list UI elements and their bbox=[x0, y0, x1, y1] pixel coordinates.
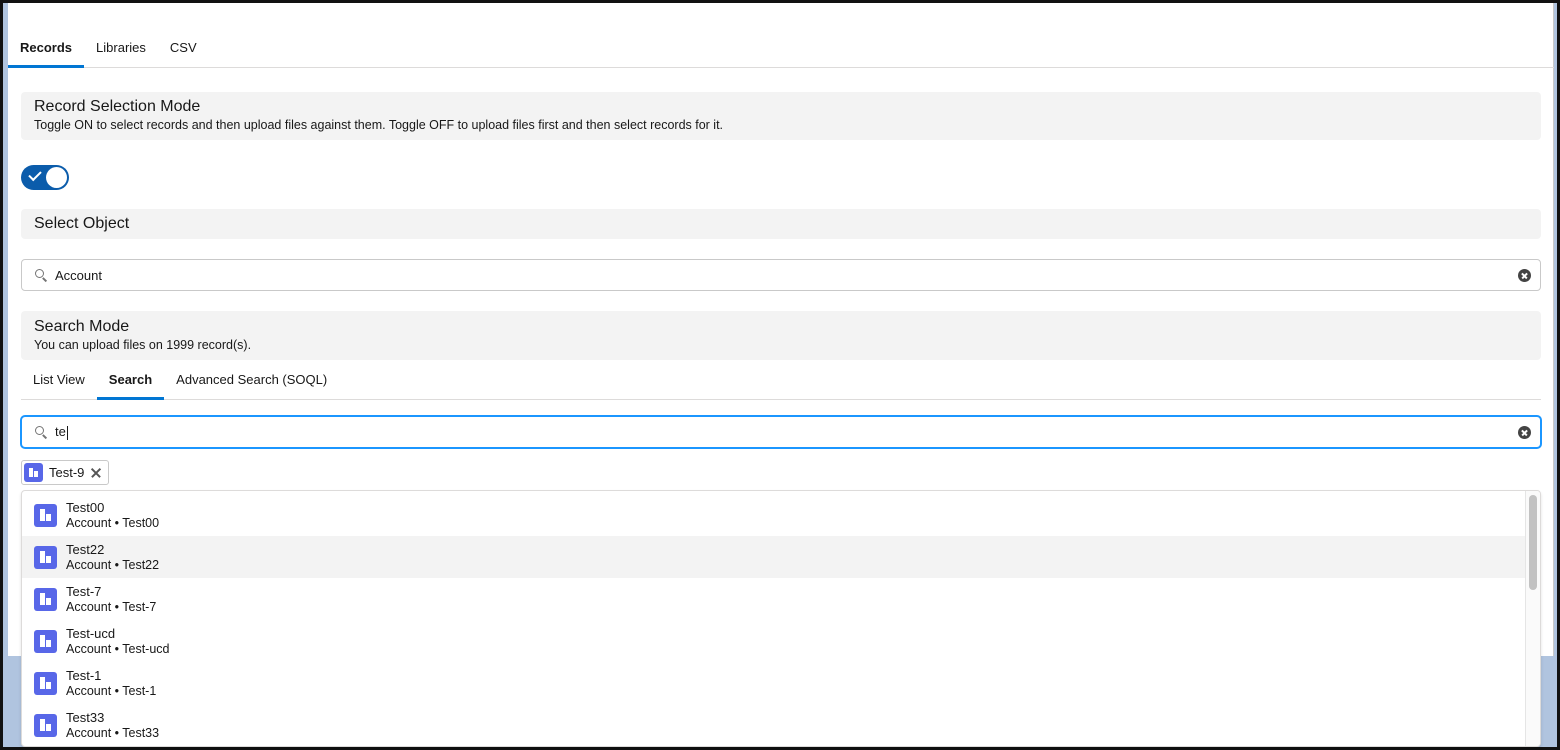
record-selection-title: Record Selection Mode bbox=[34, 98, 201, 115]
account-icon bbox=[34, 503, 57, 527]
search-mode-description: You can upload files on 1999 record(s). bbox=[34, 338, 252, 352]
search-icon bbox=[35, 269, 48, 282]
record-selection-toggle[interactable] bbox=[21, 165, 69, 190]
list-item[interactable]: Test33 Account • Test33 bbox=[22, 704, 1526, 746]
object-lookup-input[interactable]: Account bbox=[21, 259, 1541, 291]
scrollbar-thumb[interactable] bbox=[1529, 495, 1537, 590]
tab-libraries[interactable]: Libraries bbox=[84, 30, 158, 68]
record-selection-header: Record Selection Mode Toggle ON to selec… bbox=[21, 92, 1541, 140]
result-title: Test00 bbox=[66, 499, 105, 515]
tab-records[interactable]: Records bbox=[8, 30, 85, 68]
search-results-dropdown: Test00 Account • Test00 Test22 Account •… bbox=[21, 490, 1541, 747]
result-meta: Account • Test00 bbox=[66, 515, 160, 530]
check-icon bbox=[28, 167, 42, 182]
list-item[interactable]: Test-ucd Account • Test-ucd bbox=[22, 620, 1526, 662]
search-mode-header: Search Mode You can upload files on 1999… bbox=[21, 311, 1541, 360]
result-meta: Account • Test33 bbox=[66, 725, 160, 740]
result-meta: Account • Test-7 bbox=[66, 599, 157, 614]
search-icon bbox=[35, 426, 48, 439]
result-title: Test33 bbox=[66, 709, 105, 725]
tab-advanced-search[interactable]: Advanced Search (SOQL) bbox=[164, 364, 339, 400]
result-meta: Account • Test-1 bbox=[66, 683, 157, 698]
account-icon bbox=[24, 463, 43, 482]
record-selection-description: Toggle ON to select records and then upl… bbox=[34, 118, 724, 132]
toggle-knob bbox=[46, 167, 67, 188]
clear-icon[interactable] bbox=[1518, 268, 1531, 282]
list-item[interactable]: Test-7 Account • Test-7 bbox=[22, 578, 1526, 620]
tab-list-view[interactable]: List View bbox=[21, 364, 97, 400]
result-meta: Account • Test-ucd bbox=[66, 641, 170, 656]
account-icon bbox=[34, 629, 57, 653]
close-icon[interactable] bbox=[90, 467, 102, 479]
results-scrollbar[interactable] bbox=[1525, 491, 1540, 746]
account-icon bbox=[34, 587, 57, 611]
tab-search[interactable]: Search bbox=[96, 364, 165, 400]
list-item[interactable]: Test-1 Account • Test-1 bbox=[22, 662, 1526, 704]
account-icon bbox=[34, 545, 57, 569]
object-lookup-value: Account bbox=[55, 267, 102, 283]
clear-icon[interactable] bbox=[1518, 425, 1531, 439]
main-tabs: Records Libraries CSV bbox=[8, 30, 1554, 68]
record-search-value: te bbox=[55, 424, 68, 440]
search-mode-tabs: List View Search Advanced Search (SOQL) bbox=[21, 364, 1541, 400]
selected-record-pill[interactable]: Test-9 bbox=[21, 460, 110, 485]
result-title: Test-ucd bbox=[66, 625, 116, 641]
list-item[interactable]: Test00 Account • Test00 bbox=[22, 494, 1526, 536]
select-object-header: Select Object bbox=[21, 209, 1541, 239]
pill-label: Test-9 bbox=[49, 465, 85, 480]
result-title: Test-7 bbox=[66, 583, 102, 599]
result-meta: Account • Test22 bbox=[66, 557, 160, 572]
account-icon bbox=[34, 713, 57, 737]
tab-csv[interactable]: CSV bbox=[158, 30, 209, 68]
list-item[interactable]: Test22 Account • Test22 bbox=[22, 536, 1526, 578]
account-icon bbox=[34, 671, 57, 695]
result-title: Test22 bbox=[66, 541, 105, 557]
select-object-title: Select Object bbox=[34, 215, 130, 232]
result-title: Test-1 bbox=[66, 667, 102, 683]
record-search-input[interactable]: te bbox=[21, 416, 1541, 448]
search-mode-title: Search Mode bbox=[34, 318, 130, 335]
